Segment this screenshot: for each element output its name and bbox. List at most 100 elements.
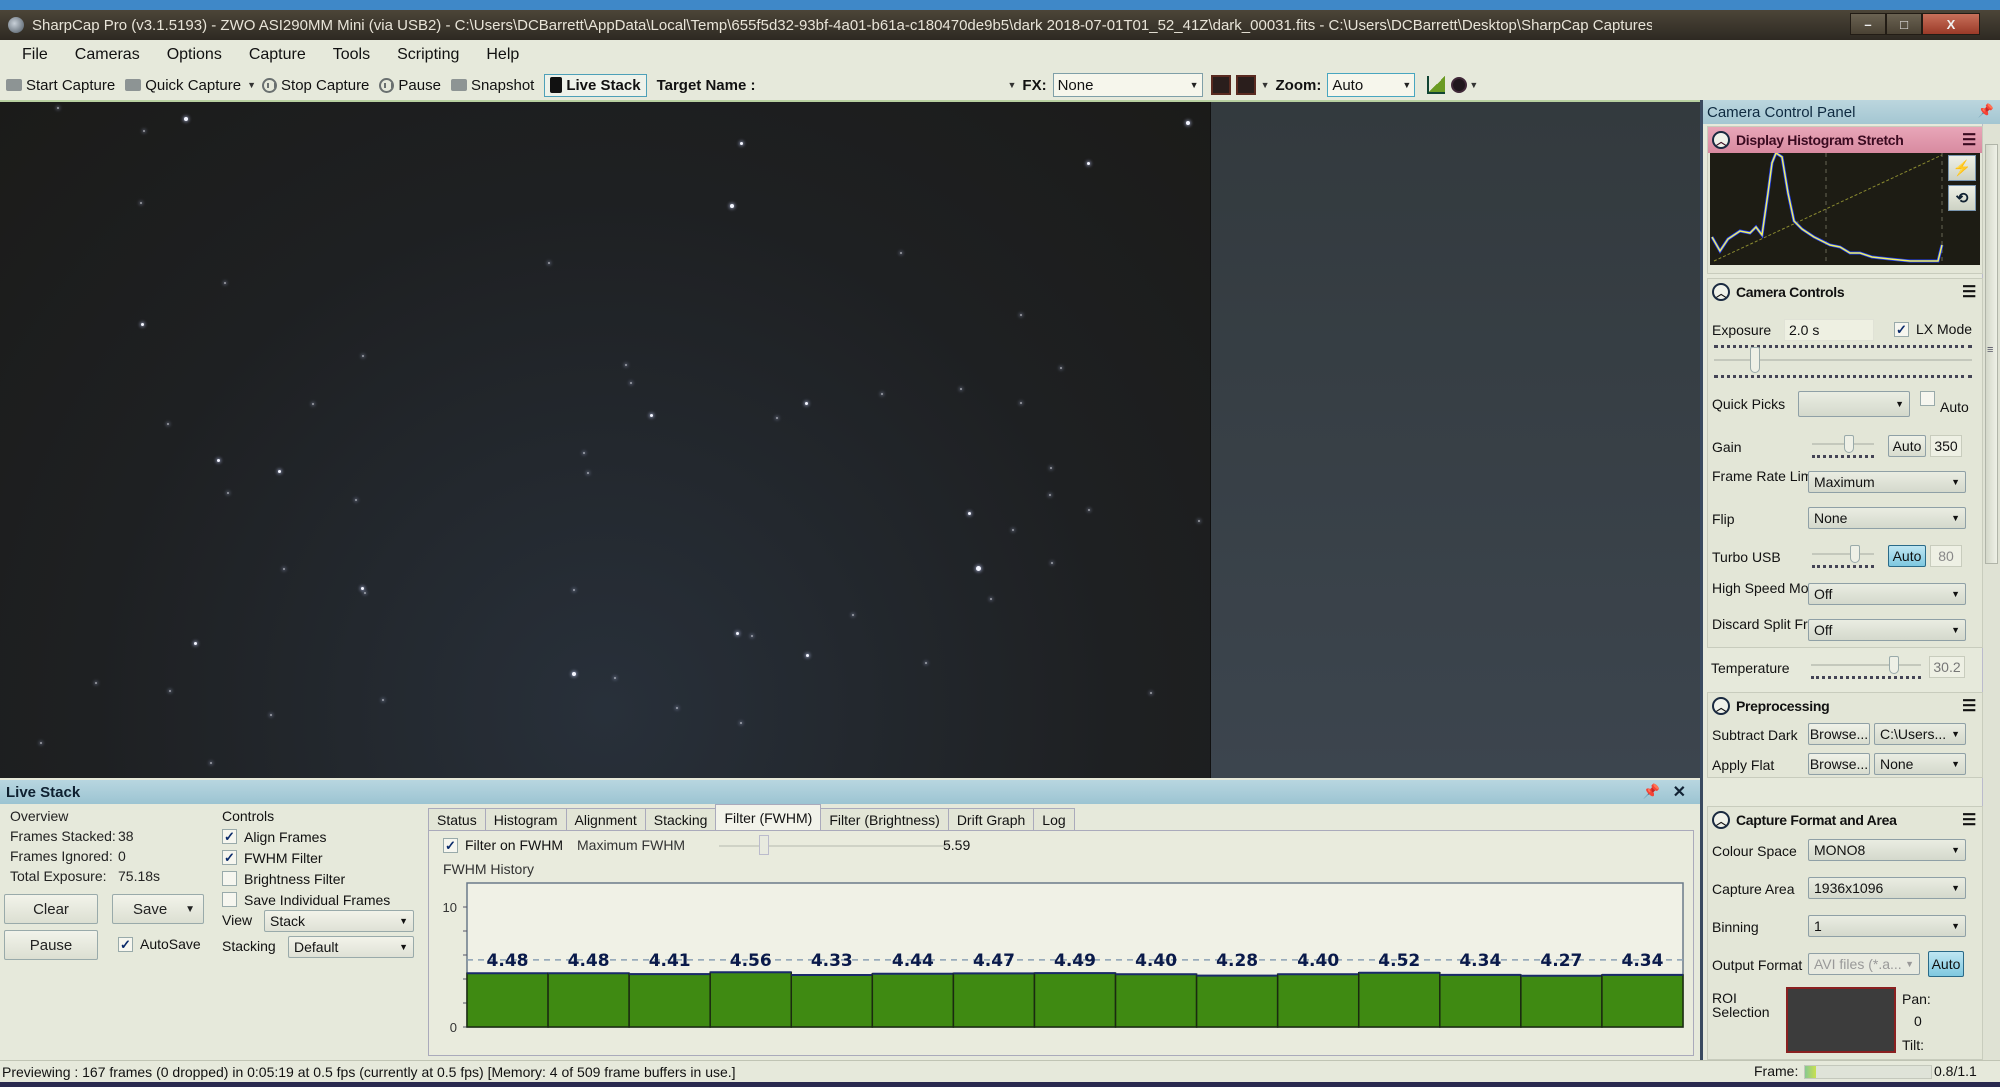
collapse-icon[interactable]: ︿ (1712, 283, 1730, 301)
tab-status[interactable]: Status (428, 808, 486, 830)
tab-filter-fwhm[interactable]: Filter (FWHM) (715, 804, 822, 830)
high-speed-select[interactable]: Off ▼ (1808, 583, 1966, 605)
menu-scripting[interactable]: Scripting (397, 46, 459, 64)
autosave-checkbox[interactable]: ✓ AutoSave (118, 936, 201, 952)
magnifier-dropdown-icon[interactable]: ▼ (1469, 80, 1478, 90)
hamburger-menu-icon[interactable]: ☰ (1962, 282, 1976, 302)
stacking-select[interactable]: Default ▼ (288, 936, 414, 958)
autosave-check[interactable]: ✓ (118, 936, 133, 952)
fwhm-filter-check[interactable]: ✓ (222, 850, 237, 865)
align-frames-checkbox[interactable]: ✓ Align Frames (222, 826, 390, 847)
minimize-button[interactable]: – (1850, 13, 1886, 35)
save-button[interactable]: Save ▼ (112, 894, 204, 924)
image-preview[interactable] (0, 100, 1700, 778)
gain-slider[interactable] (1812, 435, 1874, 458)
hamburger-menu-icon[interactable]: ☰ (1962, 130, 1976, 150)
gain-auto-button[interactable]: Auto (1888, 435, 1926, 457)
menu-options[interactable]: Options (167, 46, 222, 64)
exposure-slider-thumb[interactable] (1750, 347, 1760, 373)
maximize-button[interactable]: □ (1886, 13, 1922, 35)
quick-picks-auto-check[interactable] (1920, 391, 1935, 406)
zoom-select[interactable]: Auto ▼ (1327, 73, 1416, 97)
binning-select[interactable]: 1 ▼ (1808, 915, 1966, 937)
close-icon[interactable]: ✕ (1673, 782, 1686, 802)
discard-split-select[interactable]: Off ▼ (1808, 619, 1966, 641)
turbo-usb-slider[interactable] (1812, 545, 1874, 568)
snapshot-button[interactable]: Snapshot (450, 77, 534, 94)
frame-rate-select[interactable]: Maximum ▼ (1808, 471, 1966, 493)
quick-capture-button[interactable]: Quick Capture (125, 77, 241, 94)
lx-mode-checkbox[interactable]: ✓ LX Mode (1894, 321, 1972, 337)
turbo-usb-slider-thumb[interactable] (1850, 545, 1860, 563)
stop-capture-button[interactable]: Stop Capture (262, 77, 369, 94)
turbo-usb-auto-button[interactable]: Auto (1888, 545, 1926, 567)
reset-stretch-button[interactable]: ⟲ (1948, 185, 1976, 211)
magnifier-icon[interactable] (1451, 77, 1468, 93)
target-name-input[interactable] (761, 73, 911, 97)
menu-help[interactable]: Help (486, 46, 519, 64)
tab-histogram[interactable]: Histogram (484, 808, 567, 830)
exposure-slider[interactable] (1714, 345, 1972, 378)
pause-button[interactable]: Pause (379, 77, 441, 94)
reticle-dropdown-icon[interactable]: ▼ (1261, 80, 1270, 90)
histogram-display[interactable]: ⚡ ⟲ (1710, 150, 1980, 265)
subtract-dark-browse-button[interactable]: Browse... (1808, 723, 1870, 745)
hamburger-menu-icon[interactable]: ☰ (1962, 810, 1976, 830)
save-individual-frames-check[interactable] (222, 892, 237, 907)
start-capture-button[interactable]: Start Capture (6, 77, 115, 94)
collapse-icon[interactable]: ︿ (1712, 697, 1730, 715)
menu-capture[interactable]: Capture (249, 46, 306, 64)
histogram-icon[interactable] (1427, 76, 1446, 94)
chevron-down-icon[interactable]: ▼ (185, 904, 195, 915)
exposure-input[interactable]: 2.0 s (1784, 319, 1874, 341)
pause-stack-button[interactable]: Pause (4, 930, 98, 960)
flip-select[interactable]: None ▼ (1808, 507, 1966, 529)
camera-controls-header[interactable]: ︿ Camera Controls ☰ (1708, 279, 1982, 305)
capture-area-select[interactable]: 1936x1096 ▼ (1808, 877, 1966, 899)
close-button[interactable]: X (1922, 13, 1980, 35)
brightness-filter-check[interactable] (222, 871, 237, 886)
roi-selector[interactable] (1786, 987, 1896, 1053)
preprocessing-header[interactable]: ︿ Preprocessing ☰ (1708, 693, 1982, 719)
auto-stretch-button[interactable]: ⚡ (1948, 155, 1976, 181)
fwhm-filter-checkbox[interactable]: ✓ FWHM Filter (222, 847, 390, 868)
crosshair-icon[interactable] (1210, 75, 1231, 95)
pin-icon[interactable]: 📌 (1978, 103, 1994, 119)
target-name-dropdown-icon[interactable]: ▼ (1007, 80, 1016, 90)
fx-select[interactable]: None ▼ (1052, 73, 1203, 97)
brightness-filter-checkbox[interactable]: Brightness Filter (222, 868, 390, 889)
apply-flat-browse-button[interactable]: Browse... (1808, 753, 1870, 775)
tab-log[interactable]: Log (1033, 808, 1075, 830)
apply-flat-select[interactable]: None ▼ (1874, 753, 1966, 775)
capture-format-header[interactable]: ︿ Capture Format and Area ☰ (1708, 807, 1982, 833)
pin-icon[interactable]: 📌 (1643, 783, 1660, 800)
reticle-icon[interactable] (1235, 75, 1256, 95)
quick-capture-dropdown-icon[interactable]: ▼ (247, 80, 256, 90)
collapse-icon[interactable]: ︿ (1712, 131, 1730, 149)
menu-tools[interactable]: Tools (333, 46, 370, 64)
lx-mode-check[interactable]: ✓ (1894, 321, 1909, 337)
view-select[interactable]: Stack ▼ (264, 910, 414, 932)
panel-scrollbar[interactable]: ≡ (1982, 124, 2000, 1060)
tab-stacking[interactable]: Stacking (644, 808, 717, 830)
output-format-auto-button[interactable]: Auto (1928, 951, 1964, 977)
gain-slider-thumb[interactable] (1844, 435, 1854, 453)
clear-button[interactable]: Clear (4, 894, 98, 924)
menu-cameras[interactable]: Cameras (75, 46, 140, 64)
histogram-stretch-header[interactable]: ︿ Display Histogram Stretch ☰ (1708, 127, 1982, 153)
colour-space-select[interactable]: MONO8 ▼ (1808, 839, 1966, 861)
save-individual-frames-checkbox[interactable]: Save Individual Frames (222, 889, 390, 910)
collapse-icon[interactable]: ︿ (1712, 811, 1730, 829)
tab-filter-brightness[interactable]: Filter (Brightness) (820, 808, 949, 830)
hamburger-menu-icon[interactable]: ☰ (1962, 696, 1976, 716)
live-stack-button[interactable]: Live Stack (544, 73, 647, 97)
tab-alignment[interactable]: Alignment (565, 808, 646, 830)
maximum-fwhm-slider-thumb[interactable] (759, 835, 769, 855)
subtract-dark-select[interactable]: C:\Users... ▼ (1874, 723, 1966, 745)
maximum-fwhm-slider[interactable] (719, 845, 949, 847)
filter-on-fwhm-check[interactable]: ✓ (443, 837, 458, 853)
quick-picks-select[interactable]: ▼ (1798, 391, 1910, 417)
tab-drift-graph[interactable]: Drift Graph (947, 808, 1035, 830)
align-frames-check[interactable]: ✓ (222, 829, 237, 844)
menu-file[interactable]: File (22, 46, 48, 64)
